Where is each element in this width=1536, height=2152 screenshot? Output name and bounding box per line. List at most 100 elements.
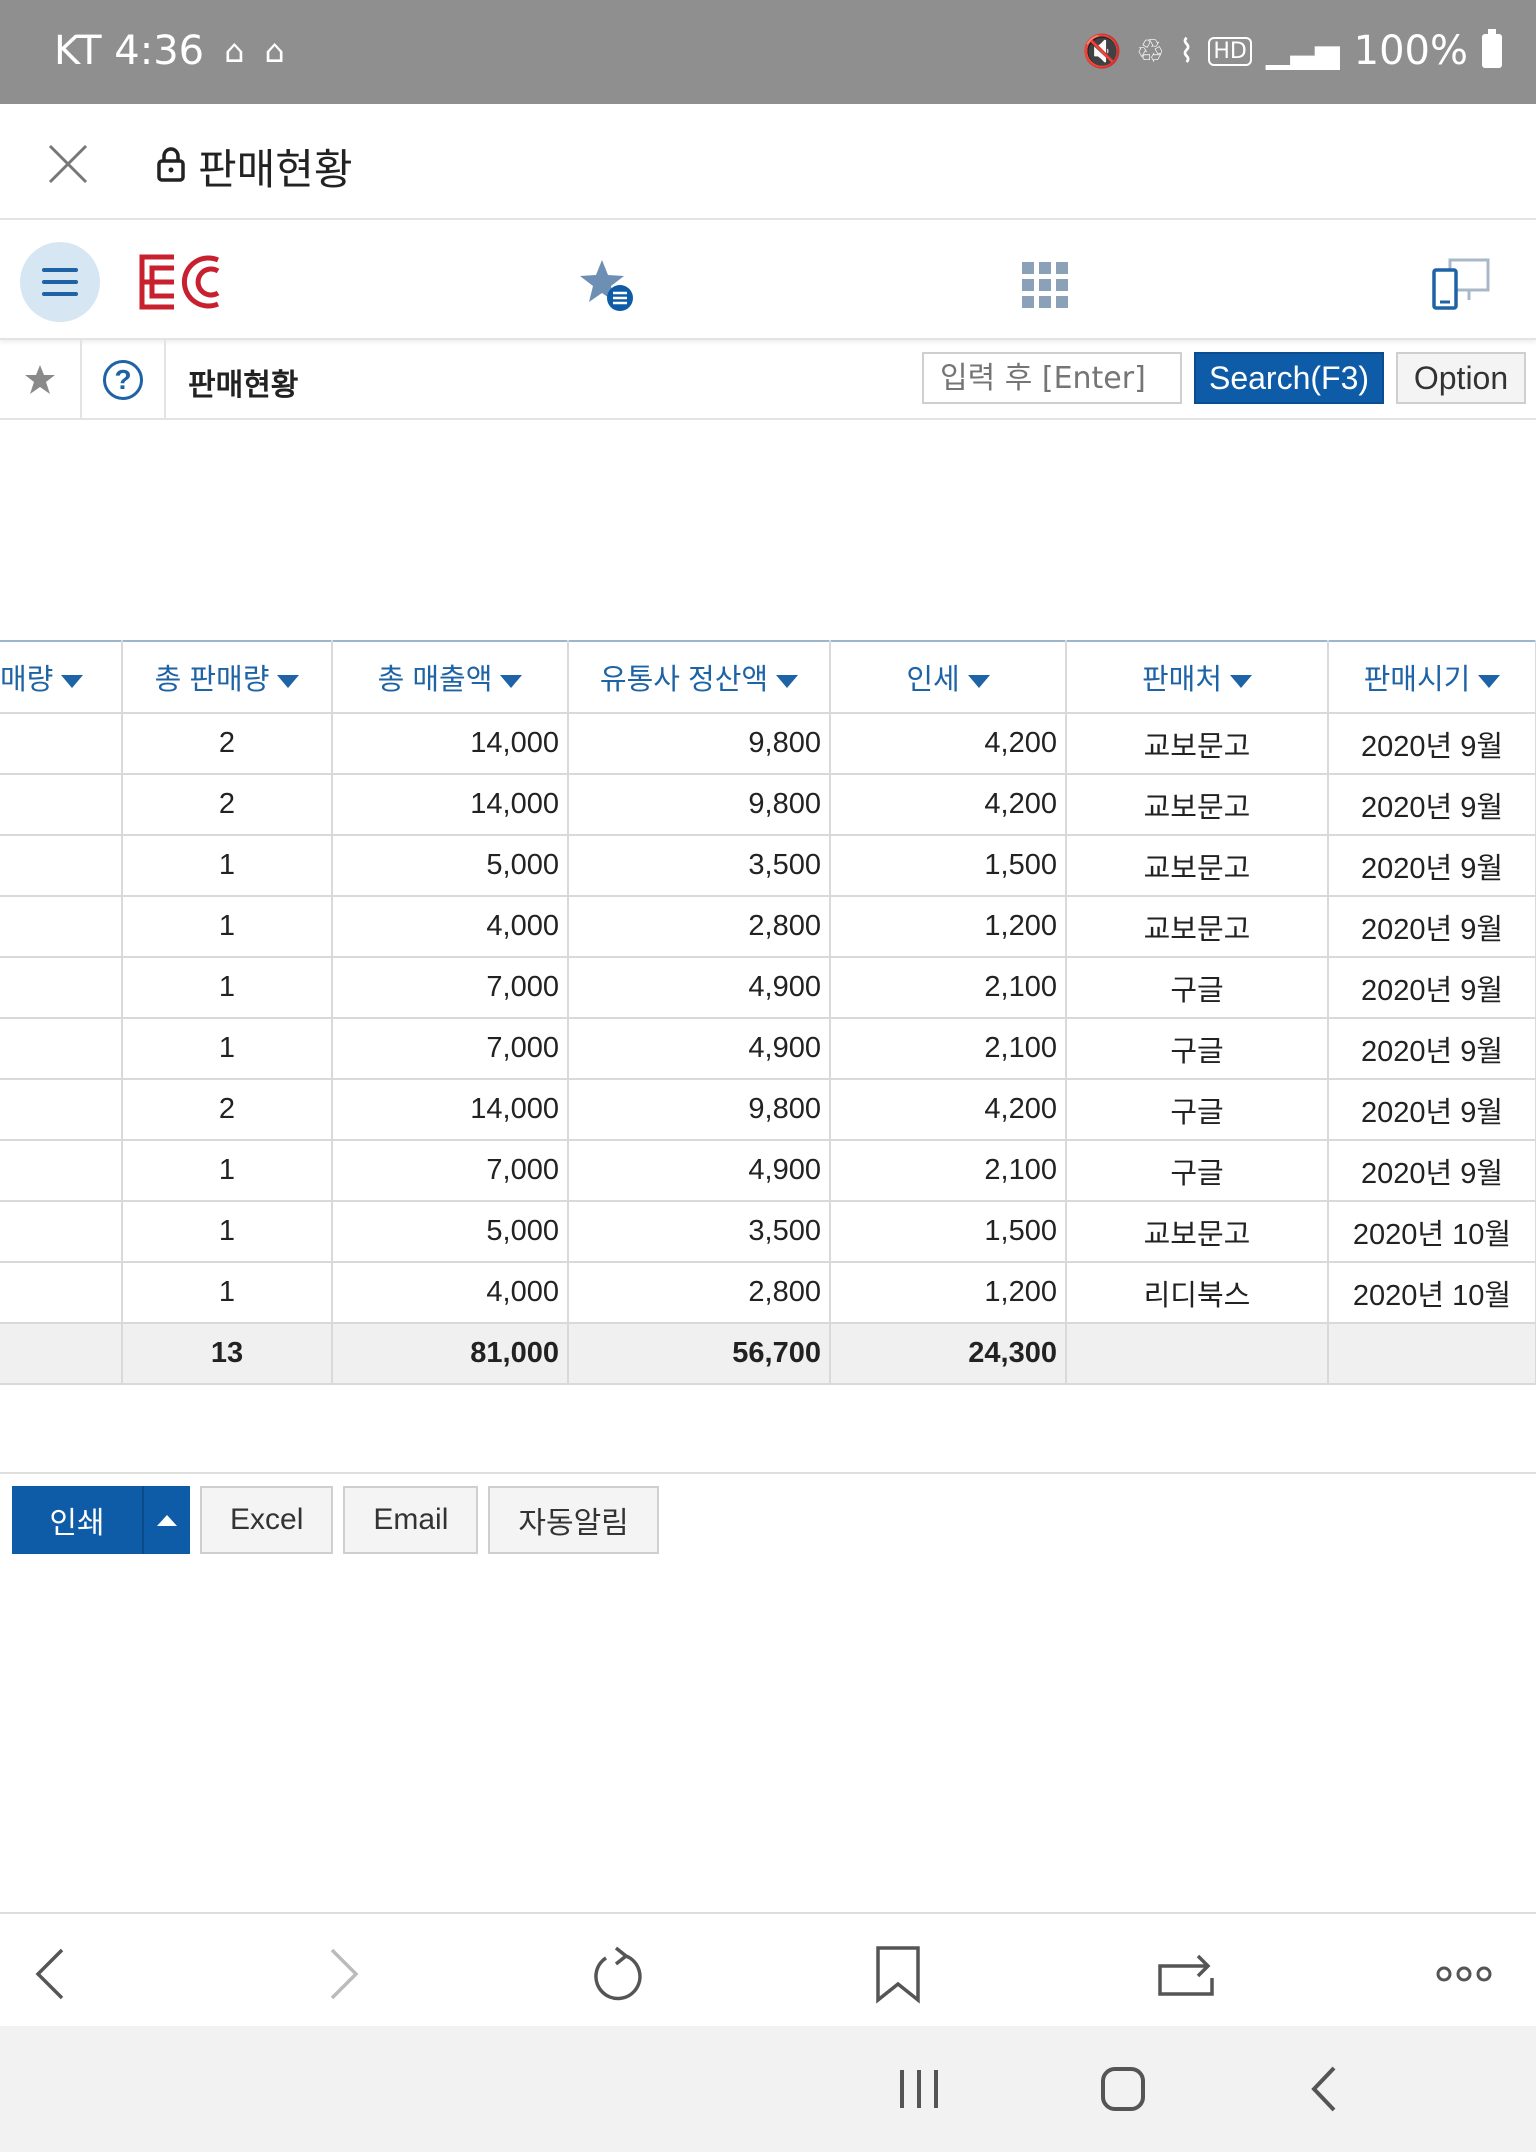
- star-icon: [25, 365, 55, 394]
- table-cell: [0, 1078, 123, 1141]
- ec-logo[interactable]: [138, 254, 222, 310]
- print-dropdown-toggle[interactable]: [144, 1486, 190, 1554]
- table-cell: 13: [121, 1322, 333, 1385]
- bookmark-icon[interactable]: [868, 1944, 928, 2004]
- table-row[interactable]: 1 5,000 3,500 1,500 교보문고 2020년 9월: [0, 834, 1536, 897]
- table-cell: 2020년 9월: [1327, 1017, 1536, 1080]
- close-icon[interactable]: [44, 140, 92, 188]
- table-cell: 4,200: [829, 773, 1067, 836]
- battery-percent: 100%: [1353, 28, 1468, 74]
- system-nav-bar: [0, 2026, 1536, 2152]
- table-row[interactable]: 1 4,000 2,800 1,200 교보문고 2020년 9월: [0, 895, 1536, 958]
- excel-button[interactable]: Excel: [200, 1486, 334, 1554]
- table-cell: 교보문고: [1065, 834, 1329, 897]
- sort-caret-icon: [61, 674, 84, 688]
- table-row[interactable]: 1 4,000 2,800 1,200 리디북스 2020년 10월: [0, 1261, 1536, 1324]
- table-body: 2 14,000 9,800 4,200 교보문고 2020년 9월 2 14,000 9,80…: [0, 712, 1536, 1385]
- table-cell: 구글: [1065, 1017, 1329, 1080]
- home-icon[interactable]: [1098, 2064, 1148, 2114]
- table-cell: 4,000: [331, 1261, 569, 1324]
- search-input[interactable]: [922, 352, 1182, 404]
- search-bar: ? 판매현황 Search(F3) Option: [0, 340, 1536, 420]
- column-header[interactable]: 판매처: [1065, 640, 1329, 714]
- print-button[interactable]: 인쇄: [12, 1486, 144, 1554]
- apps-grid-icon[interactable]: [1022, 262, 1068, 308]
- search-bar-title: 판매현황: [188, 368, 299, 403]
- table-total-row[interactable]: 13 81,000 56,700 24,300: [0, 1322, 1536, 1385]
- sort-caret-icon: [1478, 674, 1501, 688]
- divider: [0, 1472, 1536, 1474]
- table-cell: 9,800: [567, 1078, 831, 1141]
- table-cell: [0, 895, 123, 958]
- column-header[interactable]: 총 매출액: [331, 640, 569, 714]
- sales-table: 매량 총 판매량 총 매출액 유통사 정산액 인세 판매처 판매시기 2 14,0…: [0, 640, 1536, 1385]
- table-cell: 14,000: [331, 773, 569, 836]
- status-left: KT 4:36 ⌂ ⌂: [54, 28, 285, 74]
- table-cell: 1,500: [829, 1200, 1067, 1263]
- table-cell: 14,000: [331, 1078, 569, 1141]
- table-cell: 3,500: [567, 834, 831, 897]
- table-row[interactable]: 1 5,000 3,500 1,500 교보문고 2020년 10월: [0, 1200, 1536, 1263]
- email-button[interactable]: Email: [343, 1486, 479, 1554]
- back-icon[interactable]: [24, 1944, 84, 2004]
- table-cell: 2020년 9월: [1327, 1078, 1536, 1141]
- table-cell: 교보문고: [1065, 712, 1329, 775]
- table-cell: 1: [121, 1261, 333, 1324]
- table-cell: 2020년 9월: [1327, 956, 1536, 1019]
- table-cell: 2020년 10월: [1327, 1261, 1536, 1324]
- table-cell: 1: [121, 1200, 333, 1263]
- sort-caret-icon: [776, 674, 799, 688]
- tabs-switch-icon[interactable]: [1156, 1944, 1216, 2004]
- table-cell: [1065, 1322, 1329, 1385]
- column-header[interactable]: 총 판매량: [121, 640, 333, 714]
- battery-icon: [1482, 29, 1502, 68]
- table-cell: [0, 773, 123, 836]
- table-cell: 4,200: [829, 712, 1067, 775]
- table-header-row: 매량 총 판매량 총 매출액 유통사 정산액 인세 판매처 판매시기: [0, 640, 1536, 714]
- wifi-icon: ⌇: [1178, 32, 1195, 70]
- table-cell: 24,300: [829, 1322, 1067, 1385]
- table-cell: [0, 1322, 123, 1385]
- device-switch-icon[interactable]: [1430, 258, 1490, 310]
- recent-apps-icon[interactable]: [894, 2064, 944, 2114]
- table-cell: 2,100: [829, 1139, 1067, 1202]
- help-button[interactable]: ?: [82, 340, 166, 420]
- search-button[interactable]: Search(F3): [1194, 352, 1384, 404]
- lock-icon: [157, 147, 185, 182]
- table-cell: 1: [121, 1017, 333, 1080]
- browser-toolbar: [0, 1912, 1536, 2026]
- table-row[interactable]: 2 14,000 9,800 4,200 교보문고 2020년 9월: [0, 773, 1536, 836]
- table-cell: [0, 1139, 123, 1202]
- table-cell: 5,000: [331, 1200, 569, 1263]
- column-header[interactable]: 인세: [829, 640, 1067, 714]
- table-row[interactable]: 1 7,000 4,900 2,100 구글 2020년 9월: [0, 1139, 1536, 1202]
- auto-alert-button[interactable]: 자동알림: [488, 1486, 659, 1554]
- column-header[interactable]: 유통사 정산액: [567, 640, 831, 714]
- option-button[interactable]: Option: [1396, 352, 1526, 404]
- table-cell: 56,700: [567, 1322, 831, 1385]
- forward-icon[interactable]: [310, 1944, 370, 2004]
- table-cell: 7,000: [331, 1139, 569, 1202]
- table-cell: 2020년 9월: [1327, 773, 1536, 836]
- table-cell: 7,000: [331, 956, 569, 1019]
- table-cell: 교보문고: [1065, 773, 1329, 836]
- table-row[interactable]: 2 14,000 9,800 4,200 구글 2020년 9월: [0, 1078, 1536, 1141]
- bookmark-star-button[interactable]: [0, 340, 82, 420]
- refresh-icon[interactable]: [586, 1944, 646, 2004]
- table-cell: 1: [121, 834, 333, 897]
- table-row[interactable]: 1 7,000 4,900 2,100 구글 2020년 9월: [0, 1017, 1536, 1080]
- favorites-menu-icon[interactable]: [578, 258, 636, 314]
- pill-icon: ⌂: [224, 32, 245, 70]
- table-cell: 2: [121, 1078, 333, 1141]
- system-back-icon[interactable]: [1300, 2064, 1350, 2114]
- table-cell: 5,000: [331, 834, 569, 897]
- column-header[interactable]: 판매시기: [1327, 640, 1536, 714]
- more-options-icon[interactable]: [1434, 1944, 1494, 2004]
- recycle-battery-icon: ♲: [1136, 32, 1165, 70]
- menu-button[interactable]: [20, 242, 100, 322]
- print-button-group: 인쇄: [12, 1486, 190, 1554]
- column-header[interactable]: 매량: [0, 640, 123, 714]
- table-cell: 4,900: [567, 956, 831, 1019]
- table-row[interactable]: 1 7,000 4,900 2,100 구글 2020년 9월: [0, 956, 1536, 1019]
- table-row[interactable]: 2 14,000 9,800 4,200 교보문고 2020년 9월: [0, 712, 1536, 775]
